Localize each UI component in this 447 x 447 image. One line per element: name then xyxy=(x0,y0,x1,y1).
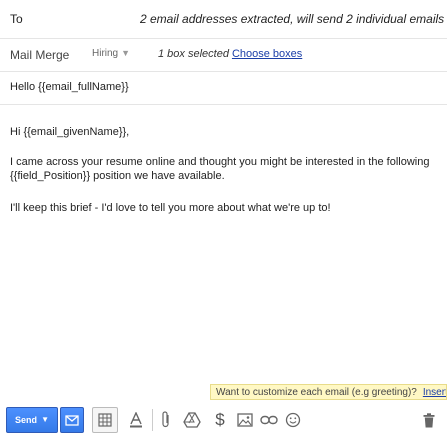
toolbar-divider xyxy=(152,409,153,431)
chevron-down-icon: ▼ xyxy=(121,48,131,58)
subject-field[interactable]: Hello {{email_fullName}} xyxy=(10,81,129,93)
body-paragraph-2: I'll keep this brief - I'd love to tell … xyxy=(10,202,331,214)
emoji-icon[interactable] xyxy=(283,407,303,433)
drive-icon[interactable] xyxy=(183,407,201,433)
link-icon[interactable] xyxy=(259,407,279,433)
template-tip: Want to customize each email (e.g greeti… xyxy=(210,384,447,400)
grid-icon[interactable] xyxy=(92,407,118,433)
selection-status: 1 box selected Choose boxes xyxy=(158,48,302,60)
body-greeting: Hi {{email_givenName}}, xyxy=(10,126,130,138)
selection-count: 1 box selected xyxy=(158,48,229,60)
mail-merge-label: Mail Merge xyxy=(10,48,70,62)
merge-icon[interactable] xyxy=(60,407,84,433)
send-label: Send xyxy=(15,415,38,425)
photo-icon[interactable] xyxy=(235,407,255,433)
attach-icon[interactable] xyxy=(158,407,174,433)
send-button[interactable]: Send ▼ xyxy=(6,407,58,433)
send-options-icon[interactable]: ▼ xyxy=(41,408,49,432)
insert-template-link[interactable]: Insert Template xyxy=(423,387,446,398)
subject-row[interactable]: Hello {{email_fullName}} xyxy=(0,71,447,105)
to-label: To xyxy=(10,12,23,26)
recipients-summary[interactable]: 2 email addresses extracted, will send 2… xyxy=(140,12,444,26)
body-paragraph-1: I came across your resume online and tho… xyxy=(10,156,430,182)
trash-icon[interactable] xyxy=(420,407,438,433)
template-dropdown[interactable]: Hiring ▼ xyxy=(92,48,130,59)
compose-toolbar: Send ▼ $ xyxy=(0,401,447,447)
to-row: To 2 email addresses extracted, will sen… xyxy=(0,0,447,39)
choose-boxes-link[interactable]: Choose boxes xyxy=(232,48,302,60)
template-dropdown-value: Hiring xyxy=(92,48,119,59)
mail-merge-row: Mail Merge Hiring ▼ 1 box selected Choose … xyxy=(0,38,447,72)
money-icon[interactable]: $ xyxy=(212,407,228,433)
template-tip-text: Want to customize each email (e.g greeti… xyxy=(216,387,417,398)
format-text-icon[interactable] xyxy=(128,407,144,433)
